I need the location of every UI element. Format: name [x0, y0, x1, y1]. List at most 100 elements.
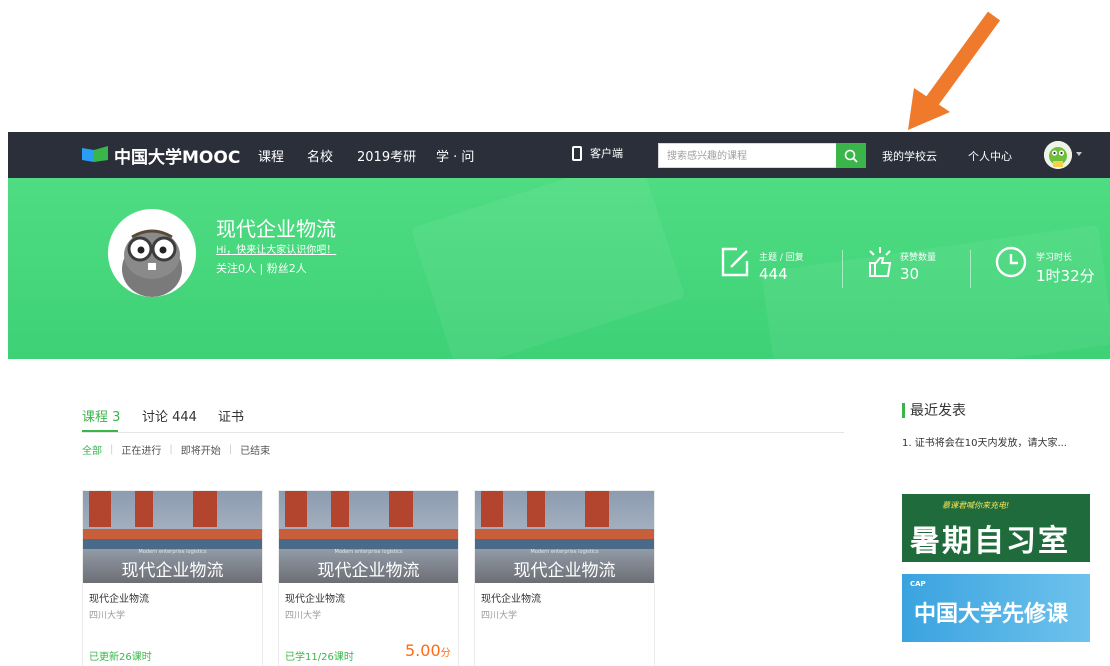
banner-decor	[410, 178, 686, 359]
course-card[interactable]: Modern enterprise logistics 现代企业物流 现代企业物…	[278, 490, 459, 666]
stat-likes-value: 30	[900, 265, 920, 283]
course-score-unit: 分	[440, 648, 451, 659]
course-thumbnail[interactable]: Modern enterprise logistics 现代企业物流	[475, 491, 654, 583]
promo1-title: 暑期自习室	[910, 524, 1070, 559]
course-school: 四川大学	[481, 611, 518, 621]
stat-divider	[842, 250, 843, 288]
top-nav: 中国大学MOOC 课程 名校 2019考研 学 · 问 客户端 我的学校云 个人…	[8, 132, 1110, 178]
thumb-title: 现代企业物流	[121, 561, 224, 581]
course-card[interactable]: Modern enterprise logistics 现代企业物流 现代企业物…	[82, 490, 263, 666]
nav-link-kaoyan[interactable]: 2019考研	[357, 146, 416, 165]
recent-posts-title: 最近发表	[910, 403, 966, 419]
thumb-title: 现代企业物流	[317, 561, 420, 581]
course-school: 四川大学	[89, 611, 126, 621]
thumb-decor	[193, 491, 217, 527]
thumb-decor	[135, 491, 153, 527]
promo-banner-summer-study[interactable]: 慕课君喊你来充电! 暑期自习室	[902, 494, 1090, 562]
tab-certificates[interactable]: 证书	[218, 406, 244, 425]
filter-ongoing[interactable]: 正在进行	[121, 442, 161, 457]
search-button[interactable]	[836, 143, 866, 168]
profile-intro-link[interactable]: Hi，快来让大家认识你吧！	[216, 241, 336, 256]
filter-all[interactable]: 全部	[82, 442, 102, 457]
thumb-decor	[481, 491, 503, 527]
stat-study-time[interactable]: 学习时长 1时32分	[994, 245, 1095, 295]
thumb-decor	[475, 529, 654, 539]
course-thumbnail[interactable]: Modern enterprise logistics 现代企业物流	[83, 491, 262, 583]
thumb-decor	[89, 491, 111, 527]
promo-banner-pre-course[interactable]: CAP 中国大学先修课	[902, 574, 1090, 642]
chevron-down-icon[interactable]	[1076, 152, 1082, 156]
logo-text: 中国大学MOOC	[114, 147, 241, 168]
course-school: 四川大学	[285, 611, 322, 621]
client-download[interactable]: 客户端	[572, 145, 623, 161]
edit-icon	[721, 247, 749, 277]
profile-avatar[interactable]	[108, 209, 196, 297]
thumb-decor	[585, 491, 609, 527]
thumb-decor	[279, 529, 458, 539]
course-card[interactable]: Modern enterprise logistics 现代企业物流 现代企业物…	[474, 490, 655, 666]
active-tab-indicator	[82, 430, 118, 432]
follow-count[interactable]: 关注0人 | 粉丝2人	[216, 260, 307, 276]
annotation-arrow	[908, 11, 1001, 130]
profile-banner: 现代企业物流 Hi，快来让大家认识你吧！ 关注0人 | 粉丝2人 主题 / 回复…	[8, 178, 1110, 359]
course-filters: 全部 | 正在进行 | 即将开始 | 已结束	[82, 442, 278, 457]
thumb-subtitle: Modern enterprise logistics	[138, 549, 207, 555]
search-icon	[844, 149, 858, 163]
stat-likes[interactable]: 获赞数量 30	[866, 245, 936, 295]
thumb-title: 现代企业物流	[513, 561, 616, 581]
phone-icon	[572, 145, 582, 161]
tab-discussions[interactable]: 讨论 444	[142, 406, 197, 425]
clock-icon	[995, 246, 1027, 278]
search-box	[658, 143, 838, 168]
thumb-decor	[527, 491, 545, 527]
filter-separator: |	[169, 444, 173, 455]
content-tabs: 课程 3 讨论 444 证书	[82, 405, 844, 433]
stat-likes-label: 获赞数量	[900, 253, 937, 263]
thumb-decor	[83, 539, 262, 549]
thumb-decor	[285, 491, 307, 527]
nav-link-school-cloud[interactable]: 我的学校云	[882, 148, 937, 164]
course-score-value: 5.00	[405, 641, 441, 660]
mooc-logo-icon	[82, 146, 108, 162]
course-title[interactable]: 现代企业物流	[481, 590, 541, 605]
thumbs-up-icon	[869, 247, 892, 277]
course-title[interactable]: 现代企业物流	[89, 590, 149, 605]
course-progress: 已学11/26课时	[285, 652, 354, 663]
promo1-tagline: 慕课君喊你来充电!	[942, 501, 1010, 510]
stat-topics-label: 主题 / 回复	[759, 253, 804, 263]
thumb-decor	[83, 529, 262, 539]
stat-topics[interactable]: 主题 / 回复 444	[719, 245, 804, 295]
heading-bar	[902, 402, 905, 418]
recent-post-item[interactable]: 1. 证书将会在10天内发放，请大家...	[902, 434, 1092, 449]
promo2-title: 中国大学先修课	[914, 602, 1069, 627]
course-score: 5.00分	[405, 641, 451, 660]
client-label: 客户端	[590, 147, 623, 160]
thumb-subtitle: Modern enterprise logistics	[334, 549, 403, 555]
avatar-icon	[1044, 141, 1072, 169]
user-avatar-small[interactable]	[1044, 141, 1072, 169]
page-root: 中国大学MOOC 课程 名校 2019考研 学 · 问 客户端 我的学校云 个人…	[0, 0, 1110, 666]
filter-separator: |	[110, 444, 114, 455]
stat-study-time-label: 学习时长	[1036, 253, 1073, 263]
nav-link-xuewen[interactable]: 学 · 问	[436, 146, 474, 165]
nav-link-personal-center[interactable]: 个人中心	[968, 148, 1012, 164]
stat-topics-text: 主题 / 回复 444	[759, 245, 804, 283]
course-thumbnail[interactable]: Modern enterprise logistics 现代企业物流	[279, 491, 458, 583]
tab-courses[interactable]: 课程 3	[82, 406, 120, 425]
site-logo[interactable]: 中国大学MOOC	[82, 143, 241, 168]
nav-link-schools[interactable]: 名校	[307, 146, 333, 165]
filter-upcoming[interactable]: 即将开始	[181, 442, 221, 457]
promo2-logo: CAP	[910, 580, 926, 588]
stat-divider	[970, 250, 971, 288]
nav-link-courses[interactable]: 课程	[258, 146, 284, 165]
recent-posts-heading: 最近发表	[902, 400, 966, 420]
thumb-decor	[475, 539, 654, 549]
filter-ended[interactable]: 已结束	[240, 442, 270, 457]
stat-study-time-text: 学习时长 1时32分	[1036, 245, 1095, 286]
thumb-decor	[279, 539, 458, 549]
stat-study-time-value: 1时32分	[1036, 267, 1095, 285]
stat-topics-value: 444	[759, 265, 788, 283]
course-title[interactable]: 现代企业物流	[285, 590, 345, 605]
search-input[interactable]	[659, 145, 834, 168]
stat-likes-text: 获赞数量 30	[900, 245, 936, 283]
